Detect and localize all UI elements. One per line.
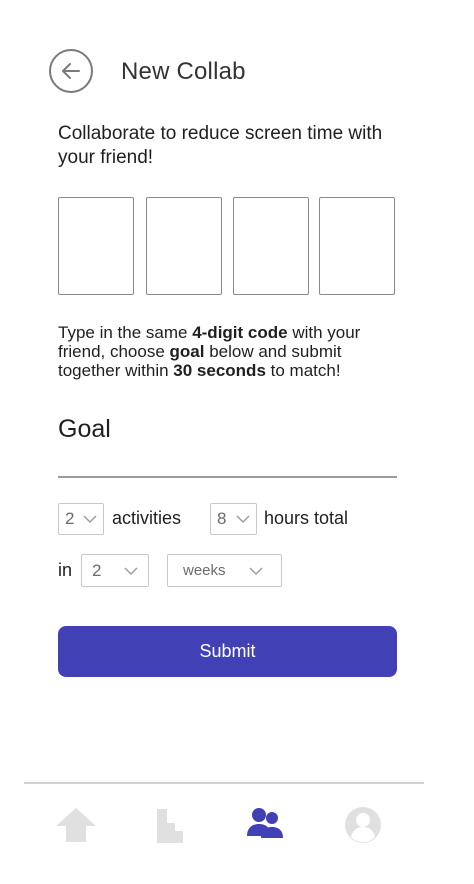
code-digit-2-input[interactable] <box>146 197 222 295</box>
nav-item-stats[interactable] <box>145 800 195 850</box>
code-digit-1-input[interactable] <box>58 197 134 295</box>
code-emphasis: 4-digit code <box>192 323 288 342</box>
nav-item-collab[interactable] <box>240 800 290 850</box>
chevron-down-icon <box>236 515 250 523</box>
home-icon <box>56 808 96 842</box>
chevron-down-icon <box>83 515 97 523</box>
chevron-down-icon <box>249 567 263 575</box>
period-count-select[interactable]: 2 <box>81 554 149 587</box>
hours-total-select[interactable]: 8 <box>210 503 257 535</box>
goal-emphasis: goal <box>169 342 205 361</box>
intro-text: Collaborate to reduce screen time with y… <box>58 123 383 168</box>
submit-button[interactable]: Submit <box>58 626 397 677</box>
code-digit-3-input[interactable] <box>233 197 309 295</box>
goal-divider <box>58 476 397 478</box>
back-button[interactable] <box>49 49 93 93</box>
nav-item-profile[interactable] <box>338 800 388 850</box>
arrow-left-icon <box>62 63 80 79</box>
bottom-nav-divider <box>24 782 424 784</box>
activities-count-select[interactable]: 2 <box>58 503 104 535</box>
hours-total-label: hours total <box>264 508 349 528</box>
collab-icon <box>247 808 283 838</box>
period-unit-select[interactable]: weeks <box>167 554 282 587</box>
time-emphasis: 30 seconds <box>173 361 266 380</box>
page-title: New Collab <box>121 58 246 85</box>
activities-label: activities <box>112 508 182 528</box>
code-digit-4-input[interactable] <box>319 197 395 295</box>
instructions-text: Type in the same 4-digit code with your … <box>58 323 361 380</box>
stats-icon <box>157 809 183 843</box>
chevron-down-icon <box>124 567 138 575</box>
goal-title: Goal <box>58 415 111 443</box>
in-label: in <box>58 560 73 580</box>
nav-item-home[interactable] <box>51 800 101 850</box>
profile-icon <box>345 807 381 843</box>
